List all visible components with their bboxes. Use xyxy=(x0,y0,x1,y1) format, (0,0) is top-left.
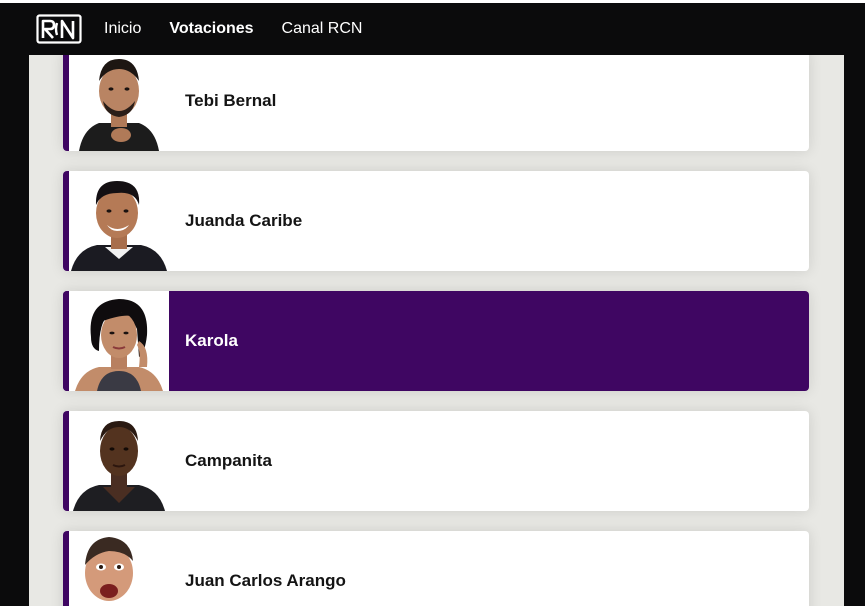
contestant-card-tebi-bernal[interactable]: Tebi Bernal xyxy=(63,55,809,151)
voting-list: Tebi Bernal Juanda Caribe Karola Campani… xyxy=(29,55,844,606)
main-nav: Inicio Votaciones Canal RCN xyxy=(104,3,390,55)
contestant-name: Juan Carlos Arango xyxy=(185,571,346,590)
contestant-photo xyxy=(69,291,169,391)
contestant-card-karola[interactable]: Karola xyxy=(63,291,809,391)
contestant-photo xyxy=(69,531,169,606)
nav-canal-rcn[interactable]: Canal RCN xyxy=(282,20,363,38)
top-navigation-bar: Inicio Votaciones Canal RCN xyxy=(0,0,865,55)
nav-inicio[interactable]: Inicio xyxy=(104,20,141,38)
contestant-name: Campanita xyxy=(185,451,272,470)
contestant-photo xyxy=(69,171,169,271)
contestant-card-juanda-caribe[interactable]: Juanda Caribe xyxy=(63,171,809,271)
nav-votaciones[interactable]: Votaciones xyxy=(169,20,253,38)
rcn-logo-icon[interactable] xyxy=(36,14,82,44)
contestant-name: Juanda Caribe xyxy=(185,211,303,230)
contestant-card-campanita[interactable]: Campanita xyxy=(63,411,809,511)
contestant-name: Tebi Bernal xyxy=(185,91,277,110)
contestant-name: Karola xyxy=(185,331,238,350)
contestant-card-juan-carlos-arango[interactable]: Juan Carlos Arango xyxy=(63,531,809,606)
contestant-photo xyxy=(69,411,169,511)
contestant-photo xyxy=(69,55,169,151)
